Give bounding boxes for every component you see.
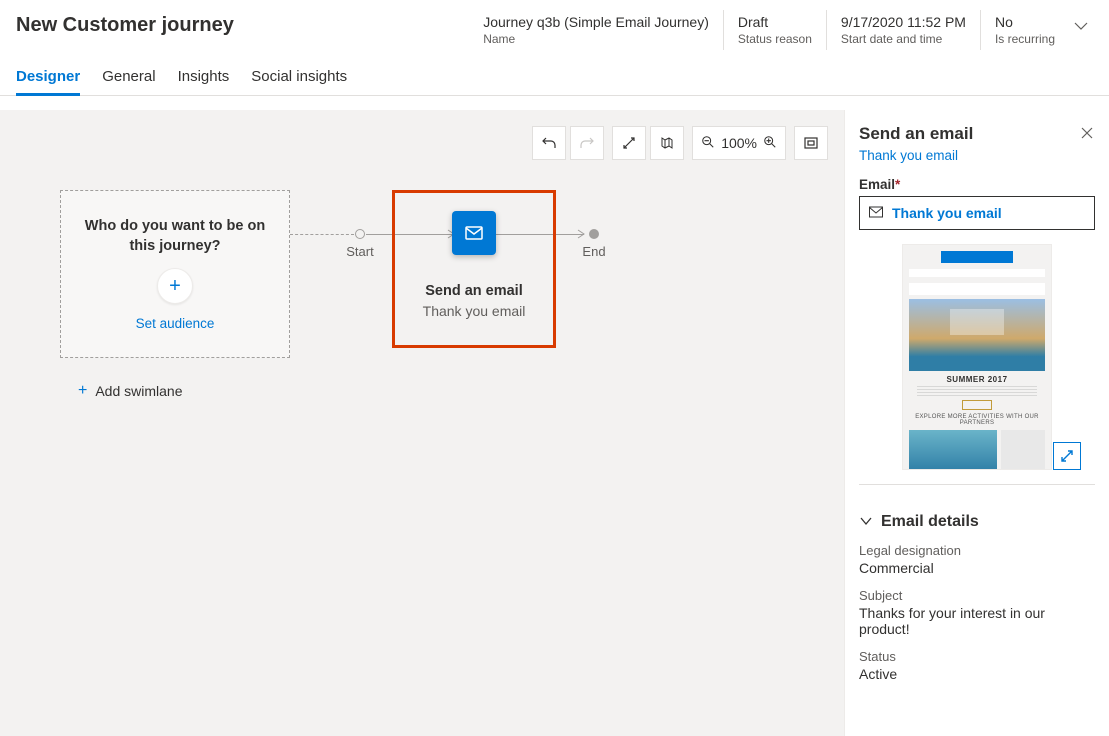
header-field-is-recurring[interactable]: No Is recurring <box>980 10 1069 50</box>
set-audience-link[interactable]: Set audience <box>136 316 215 331</box>
email-details-title: Email details <box>881 513 979 531</box>
minimap-button[interactable] <box>650 126 684 160</box>
email-tile-subtitle: Thank you email <box>395 303 553 319</box>
email-icon <box>452 211 496 255</box>
expand-preview-button[interactable] <box>1053 442 1081 470</box>
header-field-start-date[interactable]: 9/17/2020 11:52 PM Start date and time <box>826 10 980 50</box>
header-field-value: Draft <box>738 14 812 30</box>
page-title: New Customer journey <box>16 10 234 37</box>
email-tile-title: Send an email <box>395 283 553 299</box>
status-value: Active <box>859 666 1095 682</box>
legal-designation-value: Commercial <box>859 560 1095 576</box>
tab-social-insights[interactable]: Social insights <box>251 64 347 95</box>
email-field-label: Email* <box>859 177 1095 192</box>
header-field-label: Name <box>483 32 709 46</box>
zoom-in-icon[interactable] <box>763 135 777 152</box>
tab-designer[interactable]: Designer <box>16 64 80 95</box>
redo-button[interactable] <box>570 126 604 160</box>
tab-general[interactable]: General <box>102 64 155 95</box>
preview-caption: SUMMER 2017 <box>903 375 1051 384</box>
email-details-toggle[interactable]: Email details <box>859 513 1095 531</box>
zoom-control[interactable]: 100% <box>692 126 786 160</box>
start-label: Start <box>346 244 373 259</box>
subject-value: Thanks for your interest in our product! <box>859 605 1095 637</box>
zoom-level: 100% <box>721 135 757 151</box>
audience-question: Who do you want to be on this journey? <box>75 217 275 256</box>
envelope-icon <box>868 204 884 223</box>
fit-to-screen-button[interactable] <box>612 126 646 160</box>
zoom-out-icon[interactable] <box>701 135 715 152</box>
header-field-value: No <box>995 14 1055 30</box>
undo-button[interactable] <box>532 126 566 160</box>
chevron-down-icon <box>859 514 873 531</box>
add-swimlane-button[interactable]: + Add swimlane <box>78 382 183 400</box>
header-field-label: Status reason <box>738 32 812 46</box>
fullscreen-button[interactable] <box>794 126 828 160</box>
header-field-value: Journey q3b (Simple Email Journey) <box>483 14 709 30</box>
subject-label: Subject <box>859 588 1095 603</box>
header-field-label: Is recurring <box>995 32 1055 46</box>
tab-insights[interactable]: Insights <box>178 64 230 95</box>
add-audience-icon[interactable]: + <box>157 268 193 304</box>
send-email-tile[interactable]: Send an email Thank you email <box>392 190 556 348</box>
side-panel-subtitle-link[interactable]: Thank you email <box>845 148 1109 163</box>
tab-bar: Designer General Insights Social insight… <box>0 50 1109 96</box>
side-panel-title: Send an email <box>859 124 973 144</box>
email-picker-value: Thank you email <box>892 205 1002 221</box>
header-field-name[interactable]: Journey q3b (Simple Email Journey) Name <box>469 10 723 50</box>
side-panel: Send an email Thank you email Email* Tha… <box>844 110 1109 736</box>
add-swimlane-label: Add swimlane <box>95 383 182 399</box>
header-field-value: 9/17/2020 11:52 PM <box>841 14 966 30</box>
end-label: End <box>582 244 605 259</box>
header-field-status-reason[interactable]: Draft Status reason <box>723 10 826 50</box>
expand-header-icon[interactable] <box>1069 10 1093 37</box>
close-panel-icon[interactable] <box>1079 124 1095 144</box>
plus-icon: + <box>78 382 87 400</box>
legal-designation-label: Legal designation <box>859 543 1095 558</box>
audience-tile[interactable]: Who do you want to be on this journey? +… <box>60 190 290 358</box>
header-field-label: Start date and time <box>841 32 966 46</box>
status-label: Status <box>859 649 1095 664</box>
canvas-toolbar: 100% <box>532 126 828 160</box>
email-picker[interactable]: Thank you email <box>859 196 1095 230</box>
preview-bar-text: EXPLORE MORE ACTIVITIES WITH OUR PARTNER… <box>903 414 1051 426</box>
email-preview-thumbnail[interactable]: SUMMER 2017 EXPLORE MORE ACTIVITIES WITH… <box>902 244 1052 470</box>
